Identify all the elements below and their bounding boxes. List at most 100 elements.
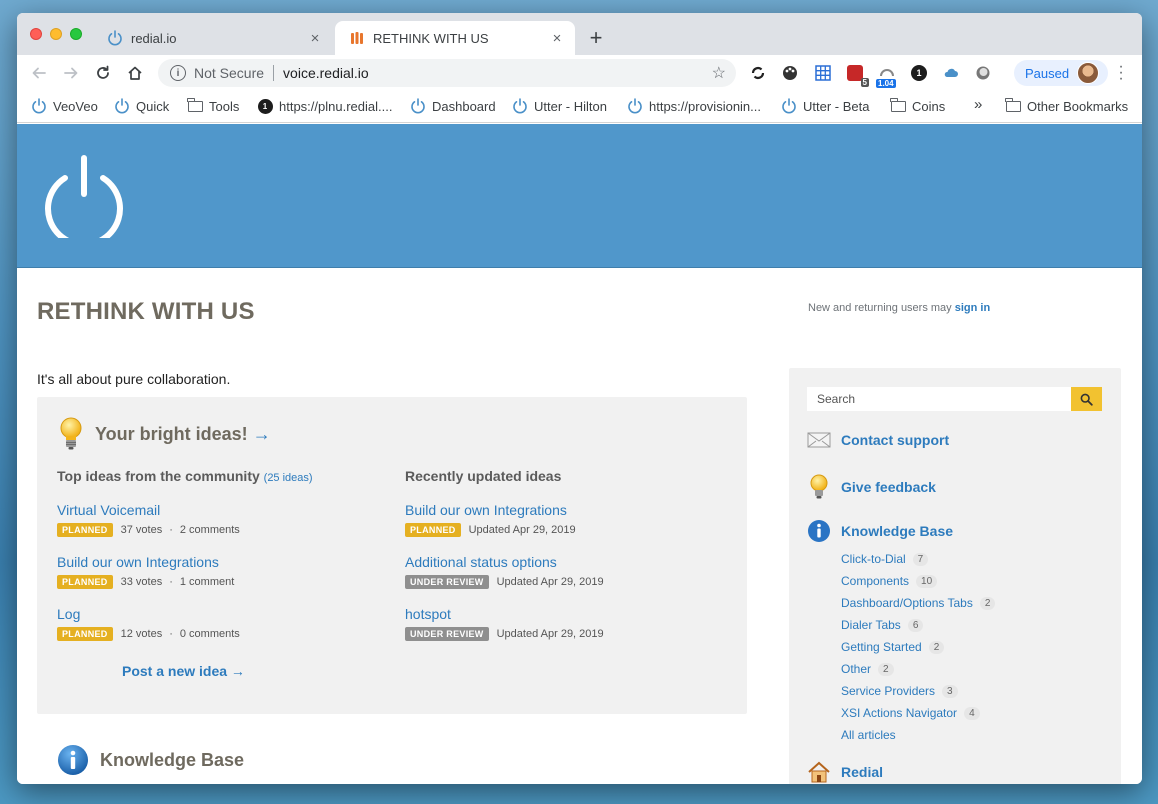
url-text[interactable]: voice.redial.io <box>283 65 712 81</box>
palette-icon[interactable] <box>782 65 798 81</box>
article-count: 2 <box>979 596 996 610</box>
bookmark-label: Utter - Hilton <box>534 98 607 114</box>
power-icon <box>410 98 426 114</box>
comment-count: 1 comment <box>179 576 235 588</box>
tab-title: redial.io <box>131 30 177 46</box>
idea-title-link[interactable]: hotspot <box>405 606 725 622</box>
ideas-heading-text: Your bright ideas! <box>95 423 248 444</box>
knowledge-base-link[interactable]: Knowledge Base <box>807 519 953 543</box>
bookmark-star-icon[interactable]: ☆ <box>712 63 726 83</box>
new-tab-button[interactable]: + <box>585 25 607 51</box>
bookmark-dashboard[interactable]: Dashboard <box>410 98 496 114</box>
bookmark-label: Other Bookmarks <box>1027 98 1129 114</box>
list-item: Build our own Integrations PLANNED 33 vo… <box>57 554 377 589</box>
profile-button[interactable]: Paused <box>1014 60 1108 86</box>
search-input[interactable] <box>807 387 1071 411</box>
kb-category-item[interactable]: Other 2 <box>841 658 995 680</box>
kb-category-label: XSI Actions Navigator <box>841 706 958 720</box>
bookmark-label: Coins <box>912 98 946 114</box>
sidebar: Contact support Give feedback Knowledge … <box>789 368 1121 784</box>
power-icon <box>31 98 47 114</box>
close-tab-icon[interactable]: × <box>545 30 569 47</box>
tab-redial-io[interactable]: redial.io × <box>93 21 333 55</box>
cloud-icon[interactable] <box>943 65 959 81</box>
updated-date: Updated Apr 29, 2019 <box>468 524 576 536</box>
power-icon <box>781 98 797 114</box>
give-feedback-link[interactable]: Give feedback <box>807 474 936 500</box>
site-banner <box>17 124 1142 268</box>
bookmark-folder-other[interactable]: Other Bookmarks <box>1005 97 1129 114</box>
idea-title-link[interactable]: Virtual Voicemail <box>57 502 377 518</box>
contact-support-link[interactable]: Contact support <box>807 431 949 449</box>
bookmark-provisioning[interactable]: https://provisionin... <box>627 98 761 114</box>
back-button[interactable] <box>27 61 51 85</box>
grid-icon[interactable] <box>815 65 831 81</box>
idea-title-link[interactable]: Additional status options <box>405 554 725 570</box>
kb-category-label: Dashboard/Options Tabs <box>841 596 973 610</box>
redial-home-link[interactable]: Redial <box>807 760 883 784</box>
meta-separator: · <box>169 576 173 588</box>
browser-menu-icon[interactable]: · · · <box>1114 59 1128 87</box>
ideas-heading[interactable]: Your bright ideas! → <box>59 417 271 451</box>
idea-title-link[interactable]: Build our own Integrations <box>57 554 377 570</box>
home-button[interactable] <box>123 61 147 85</box>
reload-button[interactable] <box>91 61 115 85</box>
kb-category-item[interactable]: Getting Started 2 <box>841 636 995 658</box>
kb-category-label: Components <box>841 574 910 588</box>
lightbulb-icon <box>60 417 82 450</box>
ideas-count-link[interactable]: (25 ideas) <box>264 472 313 484</box>
bookmarks-overflow-chevron-icon[interactable]: » <box>974 96 982 113</box>
idea-title-link[interactable]: Build our own Integrations <box>405 502 725 518</box>
search-button[interactable] <box>1071 387 1102 411</box>
kb-category-item[interactable]: Dashboard/Options Tabs 2 <box>841 592 996 614</box>
ideas-panel: Your bright ideas! → Top ideas from the … <box>37 397 747 714</box>
bookmark-veoveo[interactable]: VeoVeo <box>31 98 98 114</box>
comment-count: 2 comments <box>179 524 240 536</box>
bookmark-label: VeoVeo <box>53 98 98 114</box>
speed-icon[interactable]: 1.04 <box>876 65 896 88</box>
calendar-icon[interactable]: 5 <box>847 65 869 87</box>
bookmark-label: https://plnu.redial.... <box>279 98 393 114</box>
top-ideas-heading-text: Top ideas from the community <box>57 468 260 484</box>
sync-icon[interactable] <box>750 65 766 81</box>
circle-icon[interactable] <box>975 65 991 81</box>
lightbulb-icon <box>810 474 828 499</box>
browser-window: redial.io × RETHINK WITH US × + i Not Se… <box>17 13 1142 784</box>
folder-icon <box>187 97 203 114</box>
all-articles-link[interactable]: All articles <box>841 724 995 746</box>
close-tab-icon[interactable]: × <box>303 30 327 47</box>
close-window-button[interactable] <box>30 28 42 40</box>
maximize-window-button[interactable] <box>70 28 82 40</box>
info-icon[interactable]: i <box>170 65 186 81</box>
status-badge: PLANNED <box>57 575 113 589</box>
kb-category-item[interactable]: Click-to-Dial 7 <box>841 548 995 570</box>
bookmark-utter-beta[interactable]: Utter - Beta <box>781 98 869 114</box>
kb-category-item[interactable]: Service Providers 3 <box>841 680 995 702</box>
bookmark-plnu[interactable]: 1 https://plnu.redial.... <box>257 98 392 114</box>
kb-category-item[interactable]: Components 10 <box>841 570 995 592</box>
bookmark-folder-coins[interactable]: Coins <box>890 97 946 114</box>
kb-category-item[interactable]: XSI Actions Navigator 4 <box>841 702 995 724</box>
power-logo-icon[interactable] <box>43 154 125 238</box>
article-count: 3 <box>942 684 958 698</box>
address-bar[interactable]: i Not Secure voice.redial.io ☆ <box>158 59 736 87</box>
tab-rethink-with-us[interactable]: RETHINK WITH US × <box>335 21 575 55</box>
bookmark-quick[interactable]: Quick <box>114 98 169 114</box>
minimize-window-button[interactable] <box>50 28 62 40</box>
article-count: 7 <box>912 552 929 566</box>
house-icon <box>808 761 830 783</box>
bookmark-folder-tools[interactable]: Tools <box>187 97 239 114</box>
contact-support-label: Contact support <box>841 432 950 448</box>
forward-button[interactable] <box>59 61 83 85</box>
sign-in-link[interactable]: sign in <box>955 302 990 314</box>
kb-category-item[interactable]: Dialer Tabs 6 <box>841 614 995 636</box>
idea-title-link[interactable]: Log <box>57 606 377 622</box>
info-circle-icon <box>58 745 88 775</box>
article-count: 4 <box>964 706 980 720</box>
bookmark-utter-hilton[interactable]: Utter - Hilton <box>512 98 607 114</box>
meta-separator: · <box>169 628 173 640</box>
post-new-idea-link[interactable]: Post a new idea → <box>122 663 245 679</box>
list-item: Virtual Voicemail PLANNED 37 votes · 2 c… <box>57 502 377 537</box>
kb-category-label: Other <box>841 662 872 676</box>
onepassword-icon[interactable]: 1 <box>911 65 927 81</box>
